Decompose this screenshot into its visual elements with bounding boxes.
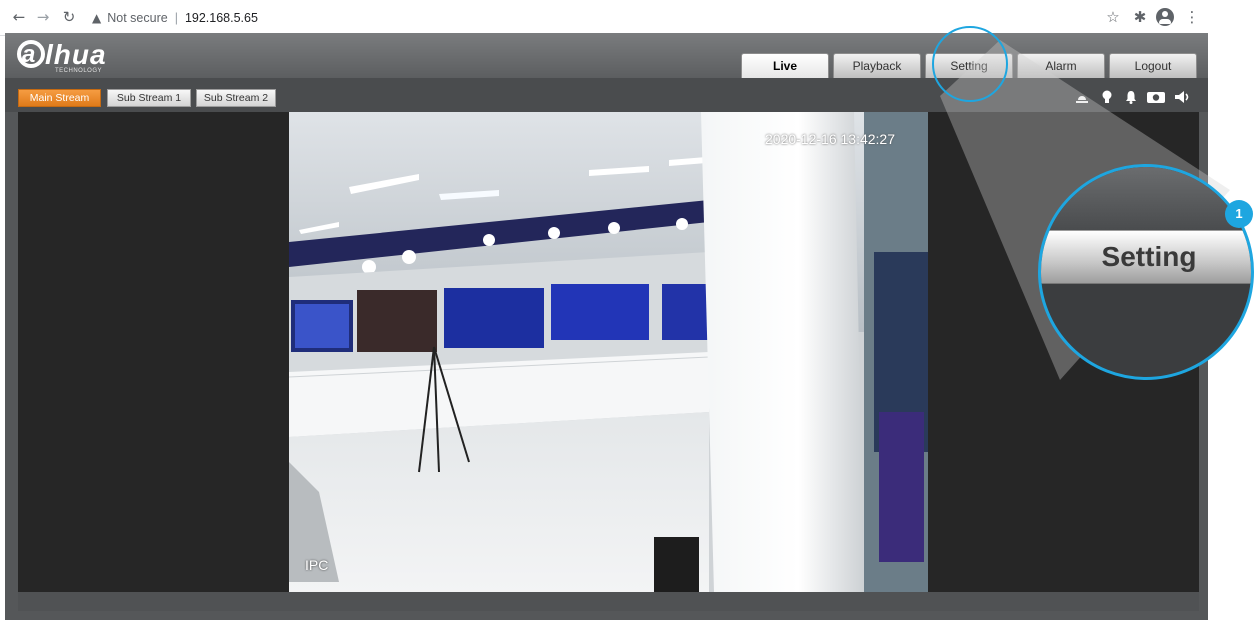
sub-stream-1-button[interactable]: Sub Stream 1 [107,89,191,107]
app-header: a lhua TECHNOLOGY Live Playback Setting … [5,33,1208,78]
bell-icon[interactable] [1123,89,1139,105]
svg-text:a: a [22,41,36,68]
logo-graphic: a lhua [17,39,107,70]
security-label: Not secure [107,10,168,25]
star-icon[interactable]: ☆ [1104,8,1122,26]
browser-toolbar: ← → ↻ ▲ Not secure | 192.168.5.65 ☆ ✱ ⋮ [0,0,1208,36]
svg-text:lhua: lhua [45,39,107,70]
tab-live[interactable]: Live [741,53,829,78]
account-icon[interactable] [1156,8,1174,26]
callout-highlight-ring [932,26,1008,102]
camera-video-feed[interactable]: 2020-12-16 13:42:27 IPC [289,112,928,592]
tab-logout[interactable]: Logout [1109,53,1197,78]
address-separator: | [174,10,178,25]
arrow-right-icon[interactable]: → [34,8,52,26]
callout-magnifier: Setting [1038,164,1254,380]
live-bottom-bar [18,592,1199,611]
camera-scene [289,112,928,592]
osd-timestamp: 2020-12-16 13:42:27 [765,131,895,147]
live-toolbar: Main Stream Sub Stream 1 Sub Stream 2 [5,78,1208,112]
camera-icon[interactable] [1146,89,1166,105]
arrow-left-icon[interactable]: ← [10,8,28,26]
live-view-area[interactable]: 2020-12-16 13:42:27 IPC [18,112,1199,592]
callout-magnifier-header [1041,167,1251,230]
osd-channel-name: IPC [305,557,329,573]
url-text: 192.168.5.65 [184,10,258,25]
speaker-icon[interactable] [1173,89,1193,105]
puzzle-icon[interactable]: ✱ [1131,8,1149,26]
sub-stream-2-button[interactable]: Sub Stream 2 [196,89,276,107]
bulb-icon[interactable] [1099,89,1115,105]
logo-subtitle: TECHNOLOGY [55,68,103,74]
alarm-light-icon[interactable] [1074,89,1090,105]
tab-alarm[interactable]: Alarm [1017,53,1105,78]
tab-playback[interactable]: Playback [833,53,921,78]
address-bar[interactable]: ▲ Not secure | 192.168.5.65 [92,7,258,28]
reload-icon[interactable]: ↻ [60,8,78,26]
callout-magnifier-label: Setting [1101,241,1197,272]
warning-icon: ▲ [92,10,102,25]
more-vertical-icon[interactable]: ⋮ [1183,8,1201,26]
step-badge: 1 [1225,200,1253,228]
camera-web-app: a lhua TECHNOLOGY Live Playback Setting … [5,33,1208,620]
main-stream-button[interactable]: Main Stream [18,89,101,107]
